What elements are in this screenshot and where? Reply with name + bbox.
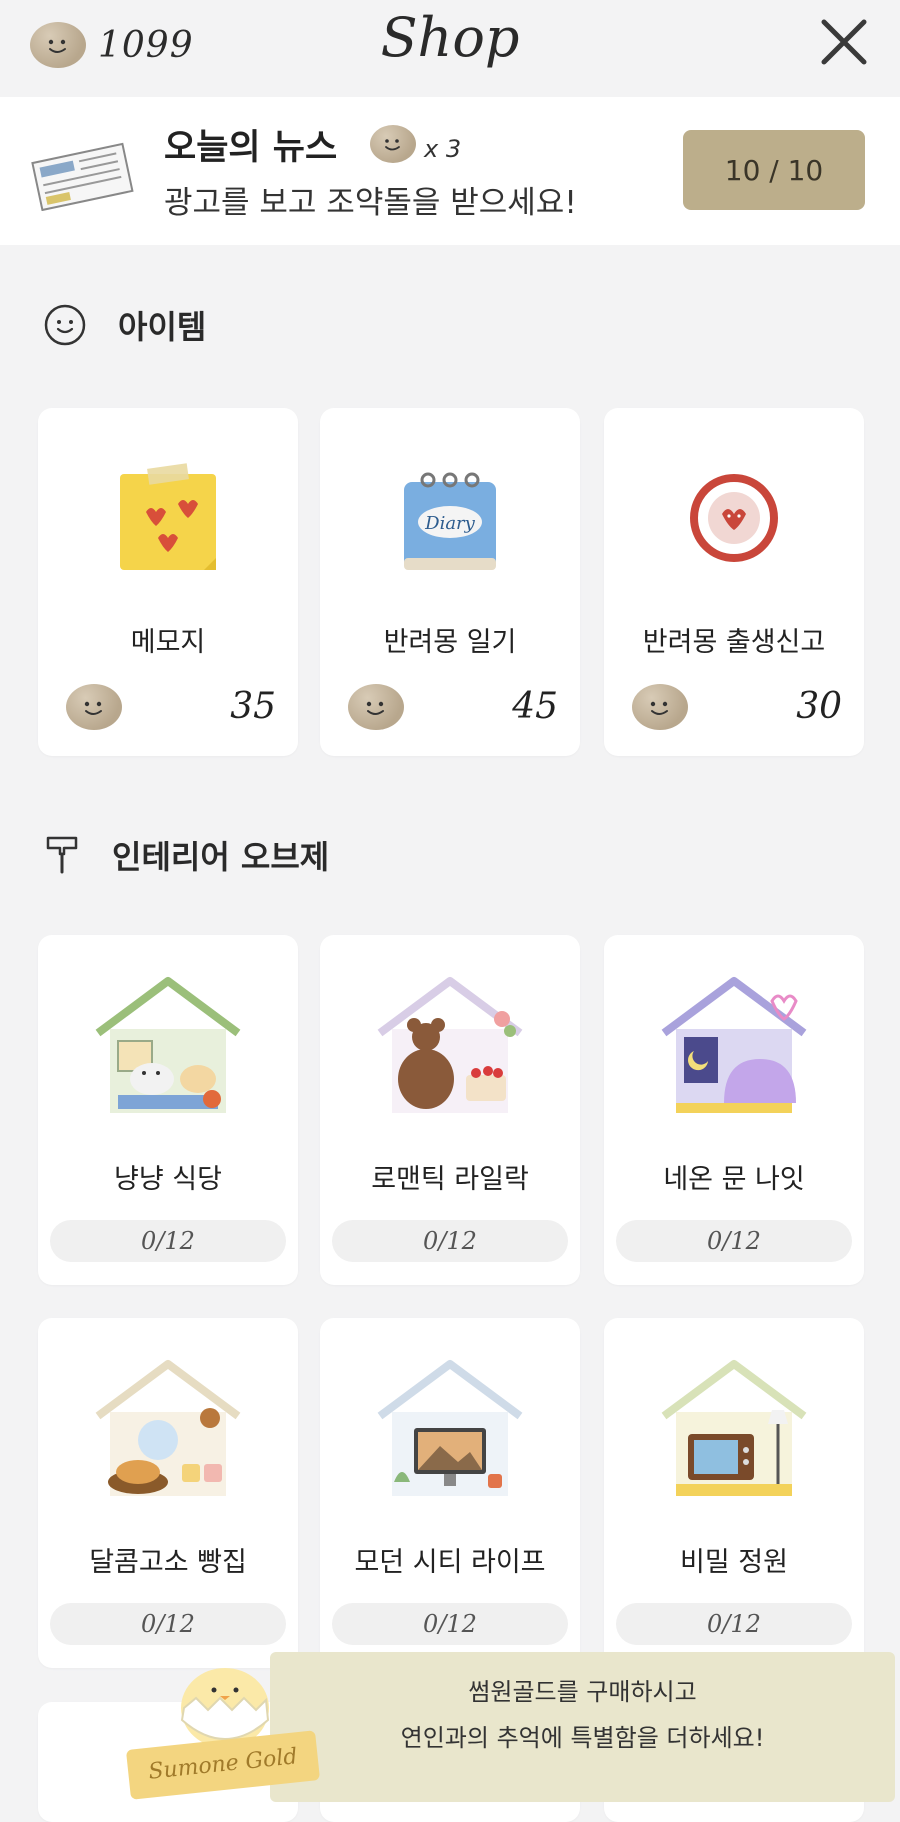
collection-progress: 0/12 xyxy=(616,1220,852,1262)
close-icon xyxy=(821,19,867,65)
item-price: 45 xyxy=(512,686,558,727)
promo-line-2: 연인과의 추억에 특별함을 더하세요! xyxy=(400,1724,765,1752)
collection-progress: 0/12 xyxy=(332,1603,568,1645)
happy-mongs-day-stamp-icon xyxy=(690,474,778,562)
interior-section-title: 인테리어 오브제 xyxy=(112,838,330,876)
interior-card-cat-restaurant[interactable]: 냥냥 식당 0/12 xyxy=(38,935,298,1285)
diary-icon: Diary xyxy=(404,472,496,570)
collection-progress: 0/12 xyxy=(332,1220,568,1262)
pebble-currency-icon xyxy=(348,684,404,730)
interior-card-neon-moon-night[interactable]: 네온 문 나잇 0/12 xyxy=(604,935,864,1285)
interior-name: 로맨틱 라일락 xyxy=(371,1164,529,1195)
collection-progress: 0/12 xyxy=(50,1220,286,1262)
page-title: Shop xyxy=(380,6,520,69)
secret-garden-house-icon xyxy=(661,1360,807,1496)
interior-card-romantic-lilac[interactable]: 로맨틱 라일락 0/12 xyxy=(320,935,580,1285)
collection-progress: 0/12 xyxy=(616,1603,852,1645)
bear-lilac-house-icon xyxy=(377,977,523,1113)
news-title: 오늘의 뉴스 xyxy=(164,128,338,168)
interior-name: 네온 문 나잇 xyxy=(663,1164,805,1195)
neon-moon-house-icon xyxy=(661,977,807,1113)
item-price: 30 xyxy=(796,686,842,727)
interior-name: 비밀 정원 xyxy=(680,1547,788,1578)
collection-progress: 0/12 xyxy=(50,1603,286,1645)
news-multiplier: x 3 xyxy=(424,135,462,163)
paint-roller-icon xyxy=(46,836,78,874)
close-button[interactable] xyxy=(818,16,870,68)
item-card-birth-certificate[interactable]: 반려몽 출생신고 30 xyxy=(604,408,864,756)
interior-card-bakery[interactable]: 달콤고소 빵집 0/12 xyxy=(38,1318,298,1668)
interior-name: 달콤고소 빵집 xyxy=(89,1547,247,1578)
item-name: 반려몽 일기 xyxy=(383,627,517,658)
promo-line-1: 썸원골드를 구매하시고 xyxy=(468,1678,697,1706)
watch-ad-button[interactable]: 10 / 10 xyxy=(683,130,865,210)
items-section-title: 아이템 xyxy=(118,308,207,346)
interior-section-header: 인테리어 오브제 xyxy=(42,832,329,878)
items-section-header: 아이템 xyxy=(42,302,206,348)
item-card-memo[interactable]: 메모지 35 xyxy=(38,408,298,756)
item-price: 35 xyxy=(230,686,276,727)
interior-card-modern-city[interactable]: 모던 시티 라이프 0/12 xyxy=(320,1318,580,1668)
item-name: 메모지 xyxy=(130,627,206,658)
item-name: 반려몽 출생신고 xyxy=(642,627,826,658)
pebble-currency-icon xyxy=(632,684,688,730)
modern-city-house-icon xyxy=(377,1360,523,1496)
svg-text:Diary: Diary xyxy=(424,513,476,534)
pebble-currency-icon xyxy=(66,684,122,730)
top-bar: 1099 Shop xyxy=(0,0,900,96)
newspaper-icon xyxy=(31,142,134,211)
bakery-house-icon xyxy=(95,1360,241,1496)
item-card-diary[interactable]: Diary 반려몽 일기 45 xyxy=(320,408,580,756)
pebble-currency-icon xyxy=(370,125,416,163)
news-subtitle: 광고를 보고 조약돌을 받으세요! xyxy=(164,185,577,221)
sumone-gold-promo[interactable]: 썸원골드를 구매하시고 연인과의 추억에 특별함을 더하세요! Sumone G… xyxy=(120,1650,895,1822)
news-banner: 오늘의 뉴스 x 3 광고를 보고 조약돌을 받으세요! 10 / 10 xyxy=(0,97,900,245)
cat-restaurant-house-icon xyxy=(95,977,241,1113)
smiley-icon xyxy=(44,304,86,346)
memo-note-icon xyxy=(120,463,216,570)
interior-name: 냥냥 식당 xyxy=(114,1164,222,1195)
interior-name: 모던 시티 라이프 xyxy=(354,1547,546,1578)
interior-card-secret-garden[interactable]: 비밀 정원 0/12 xyxy=(604,1318,864,1668)
